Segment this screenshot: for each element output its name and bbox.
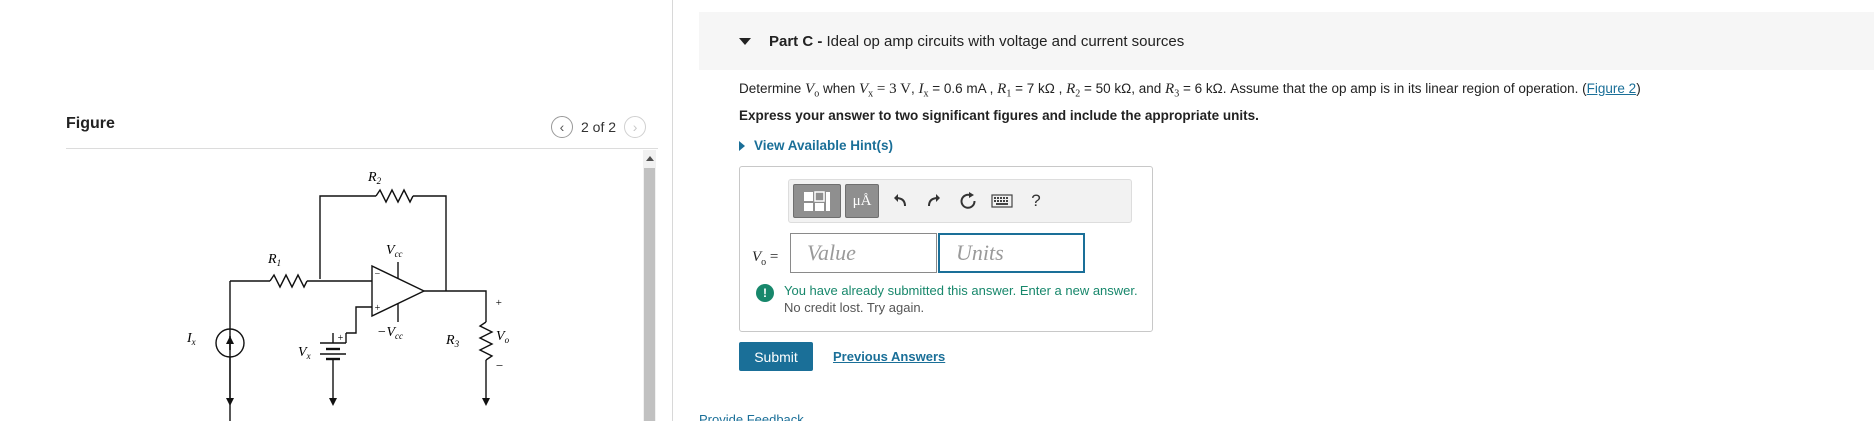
- answer-variable-label: Vo =: [752, 249, 779, 268]
- alert-submessage: No credit lost. Try again.: [784, 300, 925, 315]
- caret-down-icon: [739, 37, 751, 45]
- vo-minus-sign: −: [495, 358, 504, 373]
- help-button[interactable]: ?: [1019, 184, 1053, 218]
- r1-label: R1: [267, 252, 281, 268]
- view-hints-label: View Available Hint(s): [754, 138, 894, 153]
- reset-button[interactable]: [951, 184, 985, 218]
- vo-label: Vo: [496, 329, 510, 345]
- previous-answers-link[interactable]: Previous Answers: [833, 349, 945, 364]
- r2-label: R2: [367, 170, 382, 186]
- figure-panel: Figure ‹ 2 of 2 › R2 R1 R3 Vcc −Vcc Ix V…: [0, 0, 672, 421]
- inverting-input-sign: −: [374, 269, 381, 280]
- chevron-right-icon: ›: [632, 119, 638, 135]
- next-figure-button[interactable]: ›: [624, 116, 647, 138]
- instruction-text: Express your answer to two significant f…: [739, 108, 1259, 123]
- math-toolbar: μÅ ?: [788, 179, 1132, 223]
- keyboard-icon: [991, 194, 1013, 208]
- figure-title: Figure: [66, 115, 115, 132]
- templates-button[interactable]: [793, 184, 841, 218]
- answer-box: μÅ ? Vo = ! You have already submitted t…: [739, 166, 1153, 332]
- figure-link[interactable]: Figure 2: [1587, 81, 1637, 96]
- figure-pager: ‹ 2 of 2 ›: [551, 116, 647, 138]
- figure-divider: [66, 148, 658, 149]
- redo-icon: [928, 194, 940, 207]
- neg-vcc-label: −Vcc: [377, 325, 403, 341]
- submit-button[interactable]: Submit: [739, 342, 813, 371]
- ix-label: Ix: [186, 331, 196, 347]
- battery-plus-sign: +: [337, 333, 344, 344]
- vx-label: Vx: [298, 345, 311, 361]
- r3-label: R3: [445, 333, 460, 349]
- caret-right-icon: [739, 140, 745, 151]
- reset-icon: [960, 192, 976, 209]
- undo-icon: [894, 194, 906, 207]
- units-button[interactable]: μÅ: [845, 184, 879, 218]
- noninverting-input-sign: +: [374, 303, 381, 314]
- figure-scrollbar[interactable]: [643, 150, 656, 421]
- scroll-thumb[interactable]: [644, 168, 655, 421]
- units-input[interactable]: [938, 233, 1085, 273]
- resistor-r2: [375, 188, 414, 204]
- question-text: Determine Vo when Vx = 3 V, Ix = 0.6 mA …: [739, 81, 1641, 100]
- vcc-label: Vcc: [386, 243, 403, 259]
- alert-icon: !: [756, 284, 774, 302]
- question-panel: Part C - Ideal op amp circuits with volt…: [673, 0, 1874, 421]
- prev-figure-button[interactable]: ‹: [551, 116, 573, 138]
- pager-text: 2 of 2: [581, 119, 617, 135]
- circuit-diagram: R2 R1 R3 Vcc −Vcc Ix Vx Vo + − − + +: [186, 170, 510, 421]
- part-title: Part C - Ideal op amp circuits with volt…: [769, 32, 1185, 50]
- resistor-r3: [478, 321, 494, 361]
- part-header[interactable]: Part C - Ideal op amp circuits with volt…: [699, 12, 1874, 70]
- keyboard-button[interactable]: [985, 184, 1019, 218]
- chevron-left-icon: ‹: [559, 119, 565, 135]
- undo-button[interactable]: [883, 184, 917, 218]
- templates-icon: [804, 191, 830, 211]
- value-input[interactable]: [790, 233, 937, 273]
- redo-button[interactable]: [917, 184, 951, 218]
- scroll-up-arrow[interactable]: [643, 150, 656, 166]
- vo-plus-sign: +: [495, 297, 502, 309]
- view-hints-toggle[interactable]: View Available Hint(s): [739, 138, 893, 153]
- alert-message: You have already submitted this answer. …: [784, 283, 1138, 298]
- resistor-r1: [269, 273, 308, 289]
- provide-feedback-link[interactable]: Provide Feedback: [699, 412, 804, 421]
